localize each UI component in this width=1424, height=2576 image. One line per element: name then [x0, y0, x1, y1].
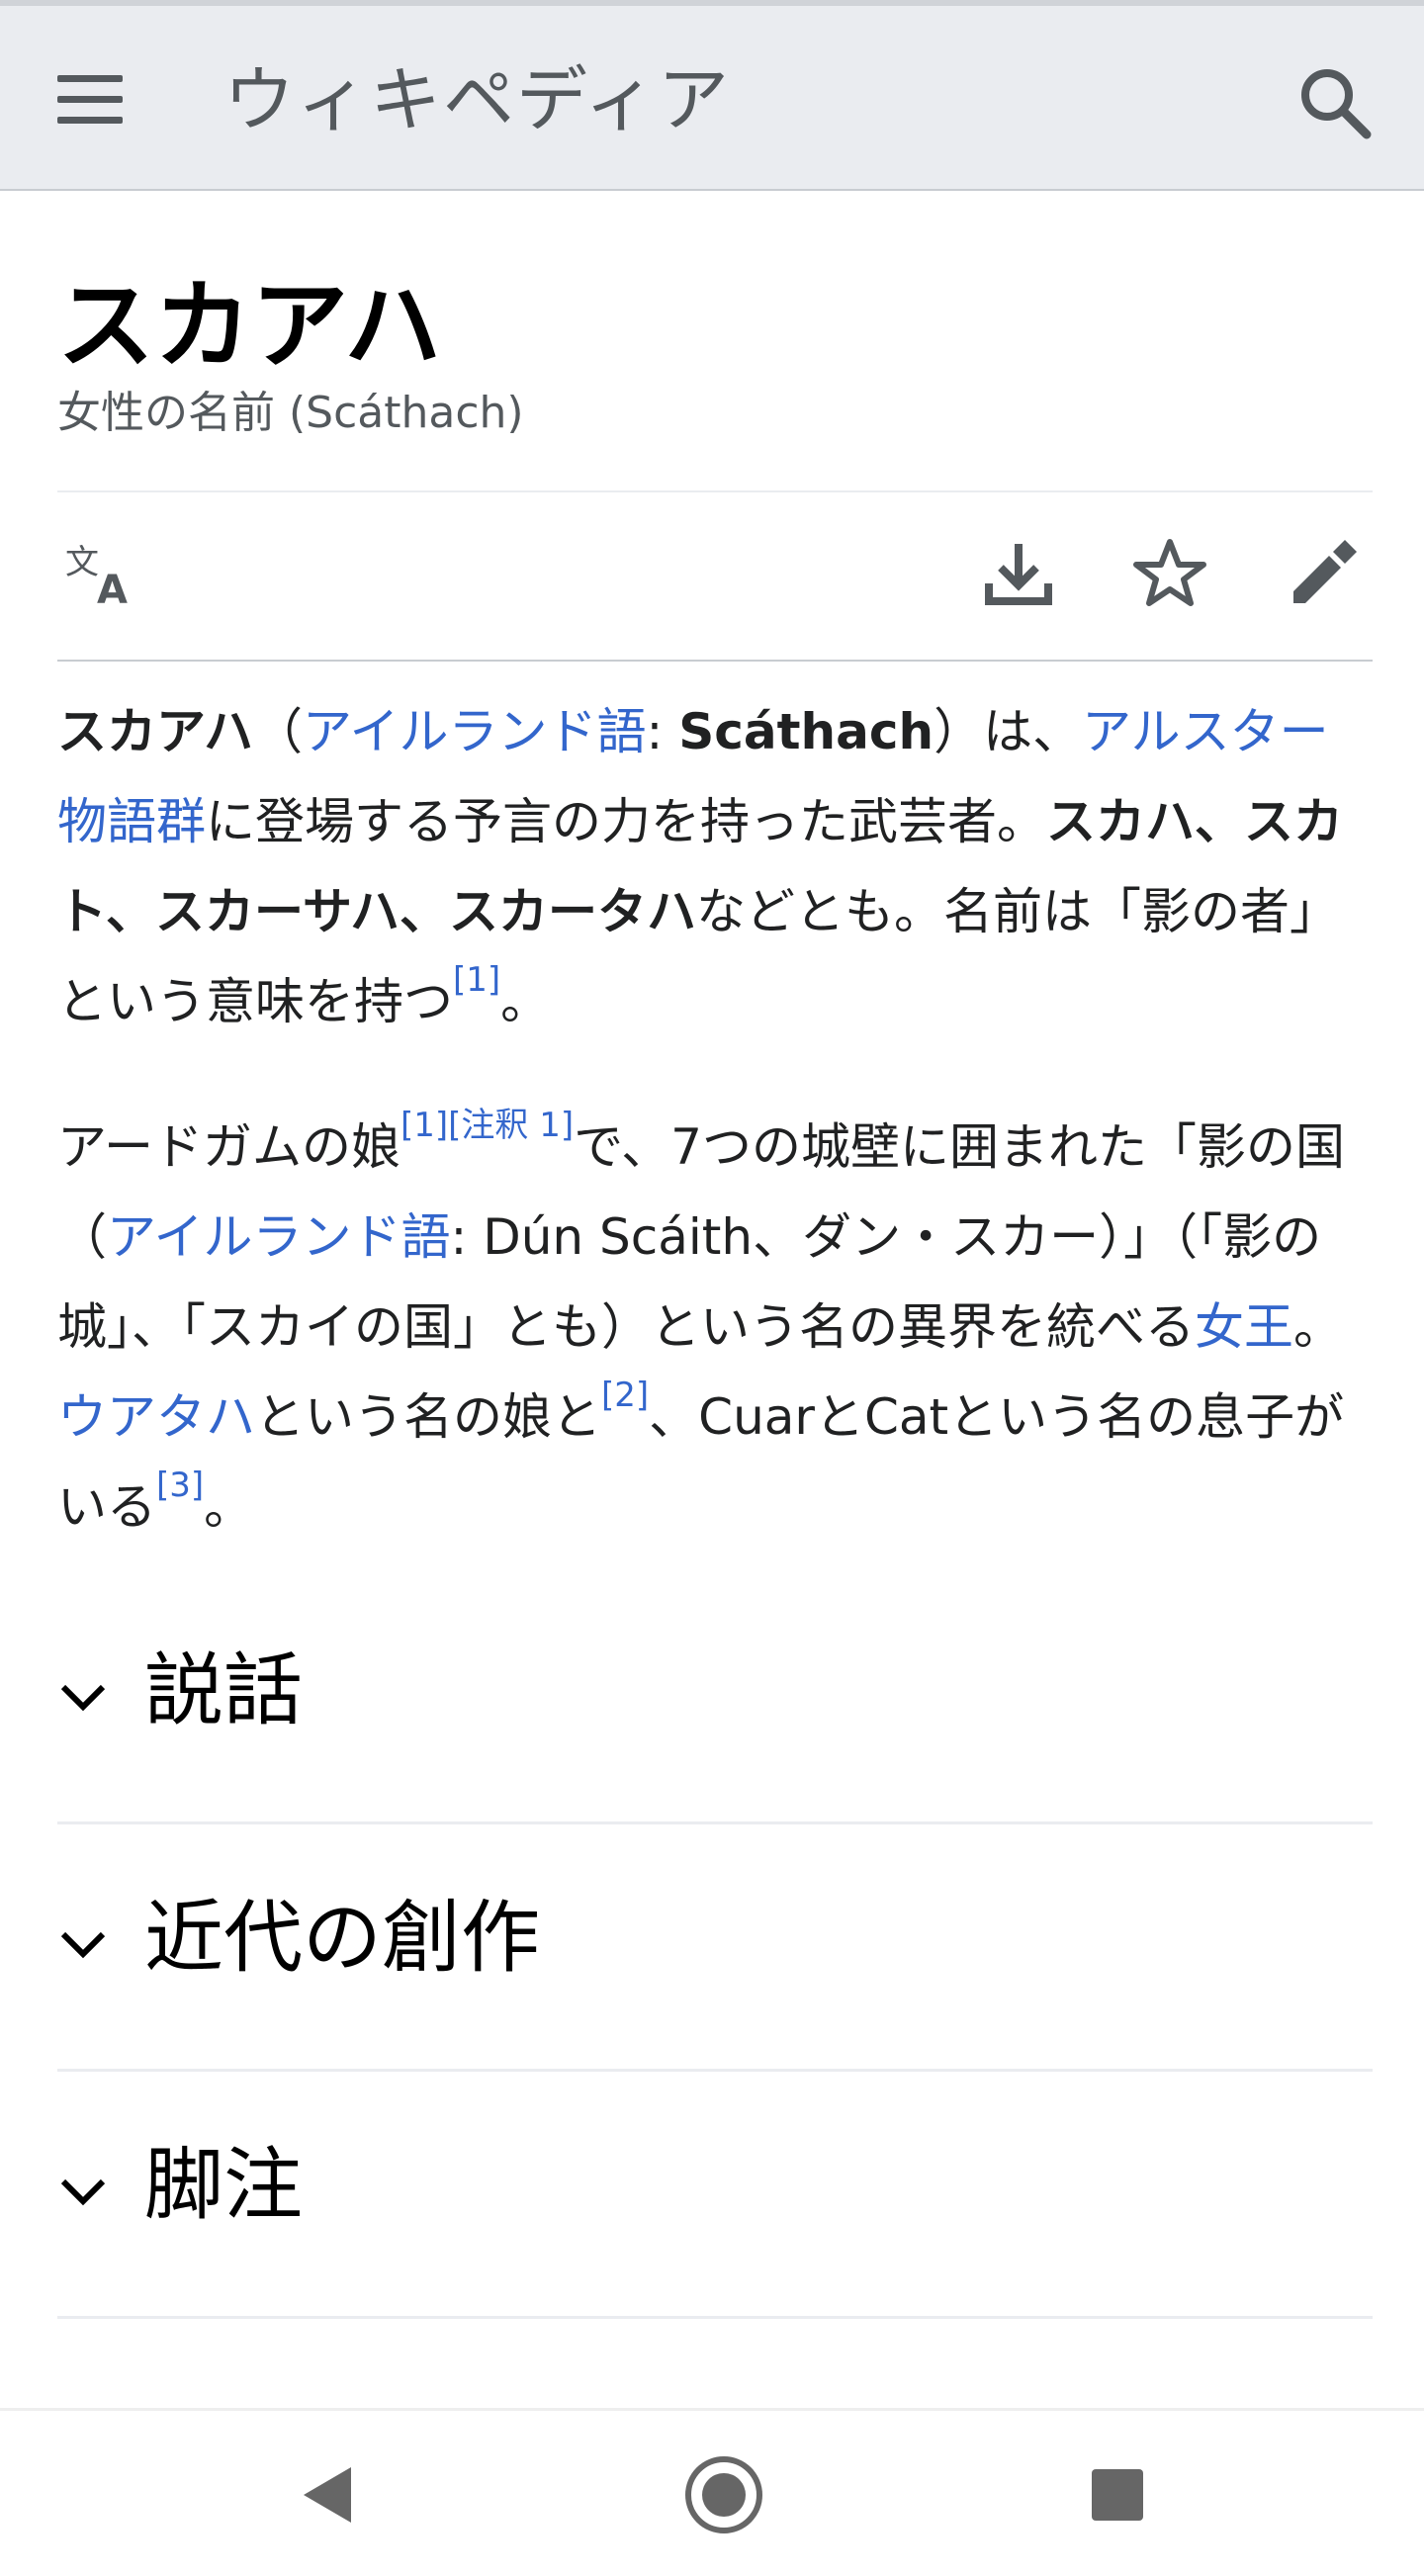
- text: ）は、: [934, 703, 1083, 760]
- section-title: 脚注: [144, 2139, 303, 2231]
- article-content: スカアハ（アイルランド語: Scáthach）は、アルスター物語群に登場する予言…: [57, 687, 1373, 1608]
- link-irish-language[interactable]: アイルランド語: [107, 1208, 451, 1266]
- hamburger-menu-icon[interactable]: [57, 75, 123, 125]
- text: （: [253, 703, 303, 760]
- text: に登場する予言の力を持った武芸者。: [206, 793, 1046, 850]
- section-divider: [57, 2316, 1373, 2319]
- page-title: スカアハ: [57, 270, 442, 383]
- chevron-down-icon: [60, 2178, 106, 2206]
- reference-2[interactable]: [2]: [601, 1376, 649, 1415]
- recents-square-icon[interactable]: [1068, 2445, 1167, 2544]
- second-paragraph: アードガムの娘[1][注釈 1]で、7つの城壁に囲まれた「影の国（アイルランド語…: [57, 1103, 1373, 1553]
- download-icon[interactable]: [979, 534, 1058, 613]
- link-queen[interactable]: 女王: [1195, 1298, 1293, 1356]
- section-modern-works[interactable]: 近代の創作: [57, 1824, 1373, 2072]
- page-subtitle: 女性の名前 (Scáthach): [57, 388, 524, 438]
- pencil-icon[interactable]: [1284, 534, 1363, 613]
- bold-name: スカアハ: [57, 703, 253, 760]
- section-title: 近代の創作: [144, 1892, 540, 1984]
- link-irish-language[interactable]: アイルランド語: [303, 703, 647, 760]
- reference-3[interactable]: [3]: [156, 1466, 204, 1505]
- chevron-down-icon: [60, 1931, 106, 1959]
- app-header: ウィキペディア: [0, 0, 1424, 191]
- note-1[interactable]: [注釈 1]: [448, 1106, 574, 1145]
- star-icon[interactable]: [1130, 534, 1209, 613]
- link-uathach[interactable]: ウアタハ: [57, 1388, 255, 1446]
- reference-1[interactable]: [1]: [453, 960, 500, 1000]
- section-legend[interactable]: 説話: [57, 1577, 1373, 1824]
- system-navigation-bar: [0, 2408, 1424, 2576]
- bold-irish-name: Scáthach: [678, 703, 934, 760]
- text: という名の娘と: [255, 1388, 601, 1446]
- language-icon[interactable]: 文 A: [61, 534, 140, 613]
- text: :: [646, 703, 679, 760]
- intro-paragraph: スカアハ（アイルランド語: Scáthach）は、アルスター物語群に登場する予言…: [57, 687, 1373, 1047]
- text: 。: [500, 973, 551, 1030]
- svg-text:A: A: [97, 568, 128, 613]
- home-circle-icon[interactable]: [674, 2445, 773, 2544]
- title-divider: [57, 490, 1373, 492]
- text: アードガムの娘: [57, 1118, 400, 1176]
- actions-divider: [57, 660, 1373, 662]
- reference-1[interactable]: [1]: [400, 1106, 448, 1145]
- section-footnotes[interactable]: 脚注: [57, 2072, 1373, 2319]
- chevron-down-icon: [60, 1684, 106, 1712]
- svg-text:文: 文: [65, 543, 99, 582]
- back-triangle-icon[interactable]: [280, 2445, 379, 2544]
- text: 。: [1293, 1298, 1343, 1356]
- section-title: 説話: [144, 1644, 303, 1736]
- search-icon[interactable]: [1295, 63, 1375, 142]
- wikipedia-wordmark[interactable]: ウィキペディア: [223, 55, 731, 144]
- text: 。: [204, 1478, 254, 1536]
